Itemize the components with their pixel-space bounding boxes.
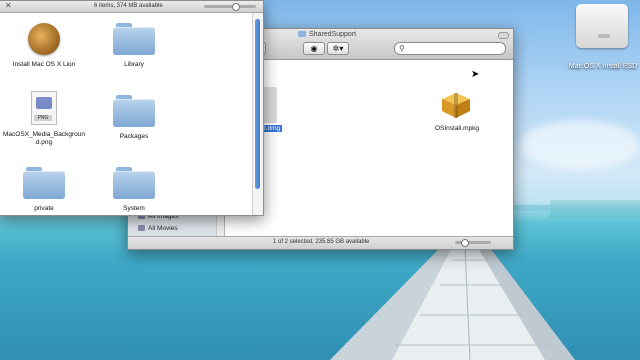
window-statusbar: ✕ 6 items, 374 MB available	[0, 1, 263, 13]
file-label: MacOSX_Media_Backgroun d.png	[2, 131, 85, 146]
file-item[interactable]: Library	[89, 23, 179, 69]
package-icon[interactable]	[440, 91, 472, 119]
file-label: Install Mac OS X Lion	[12, 61, 76, 68]
smart-folder-icon	[138, 225, 145, 231]
slider-knob[interactable]	[232, 3, 240, 11]
action-button[interactable]: ✲▾	[327, 42, 349, 55]
sidebar-item-all-movies[interactable]: All Movies	[138, 225, 178, 232]
file-label: Packages	[119, 133, 149, 140]
lion-installer-icon	[28, 23, 60, 55]
window-title: SharedSupport	[298, 31, 356, 38]
quick-look-button[interactable]: ◉	[303, 42, 325, 55]
toolbar-toggle-button[interactable]	[498, 32, 509, 39]
dmg-file-icon[interactable]	[263, 87, 277, 123]
folder-icon	[113, 23, 155, 55]
drive-icon	[576, 4, 628, 48]
eye-icon: ◉	[310, 44, 318, 53]
folder-icon	[23, 167, 65, 199]
file-item[interactable]: private	[0, 167, 89, 213]
file-label: System	[123, 205, 145, 212]
folder-icon	[298, 31, 306, 37]
package-label[interactable]: OSInstall.mpkg	[429, 125, 485, 132]
install-drive-icon[interactable]: Mac OS X Install ESD	[566, 0, 640, 76]
icon-size-slider[interactable]	[204, 3, 256, 11]
install-esd-window[interactable]: ✕ 6 items, 374 MB available Install Mac …	[0, 0, 264, 216]
mouse-pointer-icon: ➤	[471, 69, 480, 80]
file-item[interactable]: System	[89, 167, 179, 213]
drive-label: Mac OS X Install ESD	[568, 63, 638, 70]
file-item[interactable]: PNG MacOSX_Media_Backgroun d.png	[0, 91, 89, 147]
status-text: 1 of 2 selected, 235.85 GB available	[273, 239, 370, 245]
search-input[interactable]: ⚲	[394, 42, 506, 55]
slider-knob[interactable]	[461, 239, 469, 247]
close-icon[interactable]: ✕	[5, 1, 12, 10]
file-item[interactable]: Install Mac OS X Lion	[0, 23, 89, 69]
status-text: 6 items, 374 MB available	[94, 3, 163, 9]
gear-icon: ✲▾	[332, 44, 344, 53]
file-label: private	[34, 205, 54, 212]
status-bar: 1 of 2 selected, 235.85 GB available	[128, 236, 513, 249]
folder-icon	[113, 95, 155, 127]
folder-icon	[113, 167, 155, 199]
file-item[interactable]: Packages	[89, 95, 179, 141]
icon-view: Install Mac OS X Lion Library PNG MacOSX…	[0, 13, 251, 215]
file-label: Library	[124, 61, 144, 68]
icon-size-slider[interactable]	[455, 239, 491, 247]
scroll-thumb[interactable]	[255, 19, 260, 189]
vertical-scrollbar[interactable]	[252, 13, 263, 215]
search-icon: ⚲	[399, 44, 405, 53]
png-file-icon: PNG	[31, 91, 57, 125]
